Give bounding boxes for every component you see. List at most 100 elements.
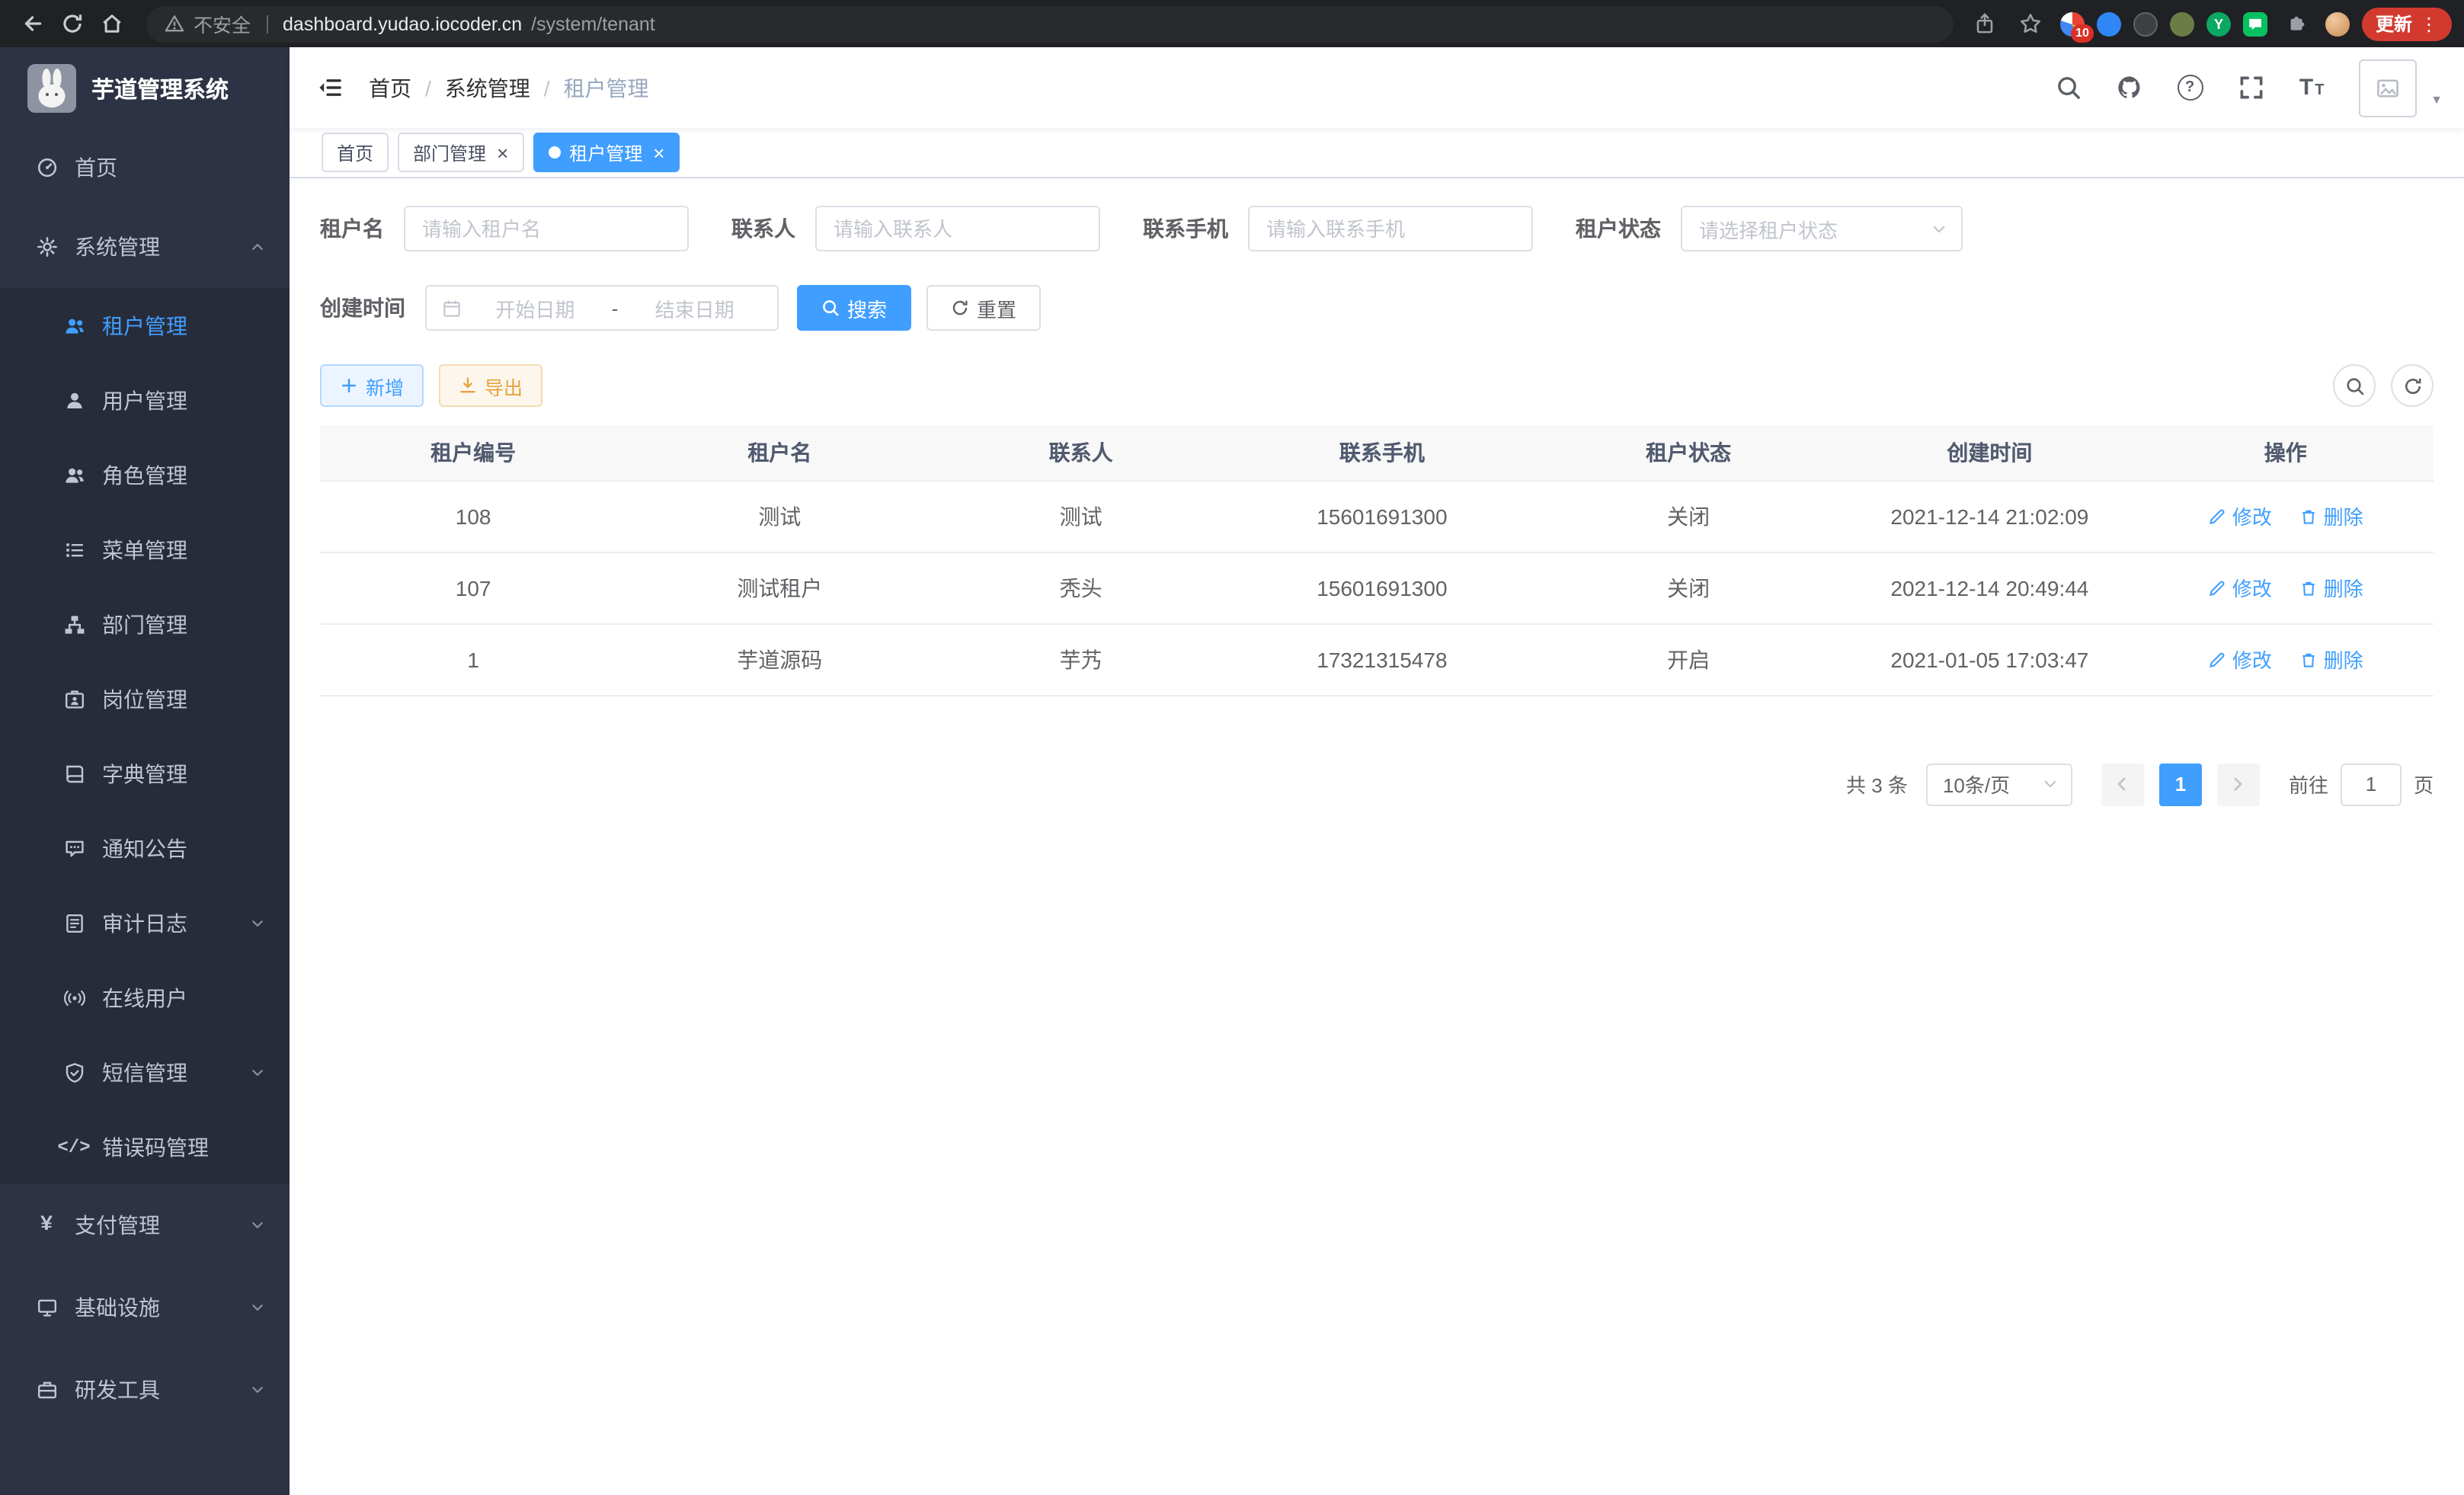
book-icon — [61, 763, 87, 784]
chevron-down-icon — [250, 1382, 265, 1397]
phone-input[interactable] — [1248, 206, 1533, 251]
pagination-total: 共 3 条 — [1846, 770, 1908, 799]
sidebar-item-sms-management[interactable]: 短信管理 — [0, 1035, 290, 1109]
edit-link[interactable]: 修改 — [2208, 501, 2272, 530]
breadcrumb-item-home[interactable]: 首页 — [369, 72, 411, 103]
share-button[interactable] — [1969, 7, 2002, 40]
browser-profile-avatar[interactable] — [2325, 11, 2350, 36]
app-logo[interactable]: 芋道管理系统 — [0, 47, 290, 130]
user-avatar[interactable] — [2359, 59, 2417, 117]
pencil-icon — [2208, 650, 2226, 668]
menu-label: 租户管理 — [102, 310, 187, 341]
sidebar-item-online-users[interactable]: 在线用户 — [0, 960, 290, 1035]
extension-icon-green-y[interactable]: Y — [2206, 11, 2231, 36]
sidebar-item-payment-management[interactable]: ¥ 支付管理 — [0, 1184, 290, 1266]
column-header: 创建时间 — [1842, 425, 2137, 480]
refresh-table-button[interactable] — [2391, 364, 2434, 407]
address-bar[interactable]: 不安全 dashboard.yudao.iocoder.cn/system/te… — [146, 5, 1954, 42]
page-goto: 前往 页 — [2289, 763, 2434, 805]
cell-tenant-id: 107 — [320, 552, 626, 623]
prev-page-button[interactable] — [2101, 763, 2144, 805]
extension-icon-olive[interactable] — [2170, 11, 2194, 36]
update-label: 更新 — [2376, 11, 2412, 37]
delete-link[interactable]: 删除 — [2299, 573, 2363, 602]
extension-icon-adblock[interactable]: 10 — [2060, 11, 2085, 36]
add-button[interactable]: 新增 — [320, 364, 424, 407]
status-select[interactable]: 请选择租户状态 — [1681, 206, 1963, 251]
sidebar-item-error-code[interactable]: </> 错误码管理 — [0, 1109, 290, 1184]
menu-label: 研发工具 — [75, 1375, 160, 1405]
next-page-button[interactable] — [2217, 763, 2260, 805]
sidebar-item-system-management[interactable]: 系统管理 — [0, 206, 290, 288]
tenant-name-input[interactable] — [404, 206, 689, 251]
sidebar-item-notice[interactable]: 通知公告 — [0, 811, 290, 885]
create-time-label: 创建时间 — [320, 293, 405, 323]
cell-create-time: 2021-12-14 21:02:09 — [1842, 480, 2137, 552]
breadcrumb-item-system[interactable]: 系统管理 — [445, 72, 530, 103]
browser-home-button[interactable] — [91, 4, 131, 43]
monitor-icon — [34, 1297, 59, 1318]
sidebar-item-infrastructure[interactable]: 基础设施 — [0, 1266, 290, 1349]
reset-button[interactable]: 重置 — [926, 285, 1041, 331]
sidebar-item-post-management[interactable]: 岗位管理 — [0, 661, 290, 736]
tab-tenant-management[interactable]: 租户管理 × — [533, 133, 680, 172]
sidebar-item-department-management[interactable]: 部门管理 — [0, 587, 290, 661]
search-button[interactable]: 搜索 — [797, 285, 911, 331]
browser-update-button[interactable]: 更新 ⋮ — [2362, 7, 2452, 40]
tab-home[interactable]: 首页 — [322, 133, 389, 172]
screen: 不安全 dashboard.yudao.iocoder.cn/system/te… — [0, 0, 2464, 1495]
help-button[interactable]: ? — [2164, 62, 2216, 114]
menu-label: 通知公告 — [102, 833, 187, 863]
sidebar-item-home[interactable]: 首页 — [0, 130, 290, 206]
add-button-label: 新增 — [366, 371, 404, 400]
kebab-menu-icon: ⋮ — [2420, 13, 2438, 34]
tab-close-icon[interactable]: × — [653, 142, 664, 162]
column-header: 租户名 — [626, 425, 933, 480]
font-size-button[interactable]: TT — [2286, 62, 2338, 114]
date-range-picker[interactable]: 开始日期 - 结束日期 — [425, 285, 779, 331]
sidebar-item-tenant-management[interactable]: 租户管理 — [0, 288, 290, 363]
delete-link[interactable]: 删除 — [2299, 645, 2363, 674]
delete-link[interactable]: 删除 — [2299, 501, 2363, 530]
column-header: 操作 — [2138, 425, 2434, 480]
chat-bubble-icon — [2248, 16, 2263, 31]
sidebar-item-role-management[interactable]: 角色管理 — [0, 437, 290, 512]
sidebar-menu: 首页 系统管理 租户管理 用户管理 — [0, 130, 290, 1431]
extension-icon-chat[interactable] — [2243, 11, 2267, 36]
reset-button-label: 重置 — [977, 293, 1016, 322]
header-search-button[interactable] — [2042, 62, 2094, 114]
edit-link[interactable]: 修改 — [2208, 645, 2272, 674]
goto-page-input[interactable] — [2341, 763, 2402, 805]
extensions-menu-button[interactable] — [2280, 7, 2313, 40]
contact-input[interactable] — [815, 206, 1100, 251]
menu-label: 系统管理 — [75, 232, 160, 262]
sidebar-item-dev-tools[interactable]: 研发工具 — [0, 1349, 290, 1431]
bookmark-star-button[interactable] — [2014, 7, 2048, 40]
sidebar-item-audit-log[interactable]: 审计日志 — [0, 885, 290, 960]
page-size-select[interactable]: 10条/页 — [1926, 763, 2072, 805]
chevron-down-icon — [250, 915, 265, 930]
extension-icon-blue-drop[interactable] — [2097, 11, 2121, 36]
browser-reload-button[interactable] — [52, 4, 91, 43]
phone-label: 联系手机 — [1143, 213, 1228, 244]
browser-back-button[interactable] — [12, 4, 52, 43]
edit-link[interactable]: 修改 — [2208, 573, 2272, 602]
search-button-label: 搜索 — [847, 293, 887, 322]
export-button[interactable]: 导出 — [439, 364, 542, 407]
toggle-search-button[interactable] — [2333, 364, 2376, 407]
page-number-1[interactable]: 1 — [2159, 763, 2202, 805]
extension-icon-dark-globe[interactable] — [2133, 11, 2158, 36]
sidebar-collapse-button[interactable] — [290, 47, 369, 128]
tab-close-icon[interactable]: × — [497, 142, 508, 162]
github-button[interactable] — [2103, 62, 2155, 114]
chevron-down-icon — [250, 1064, 265, 1080]
sidebar-item-dict-management[interactable]: 字典管理 — [0, 736, 290, 811]
sidebar-item-user-management[interactable]: 用户管理 — [0, 363, 290, 437]
table-row: 108 测试 测试 15601691300 关闭 2021-12-14 21:0… — [320, 480, 2434, 552]
security-warning-icon — [165, 14, 184, 34]
sidebar-item-menu-management[interactable]: 菜单管理 — [0, 512, 290, 587]
tab-department-management[interactable]: 部门管理 × — [398, 133, 523, 172]
fullscreen-button[interactable] — [2225, 62, 2277, 114]
document-icon — [61, 912, 87, 933]
id-badge-icon — [61, 688, 87, 709]
